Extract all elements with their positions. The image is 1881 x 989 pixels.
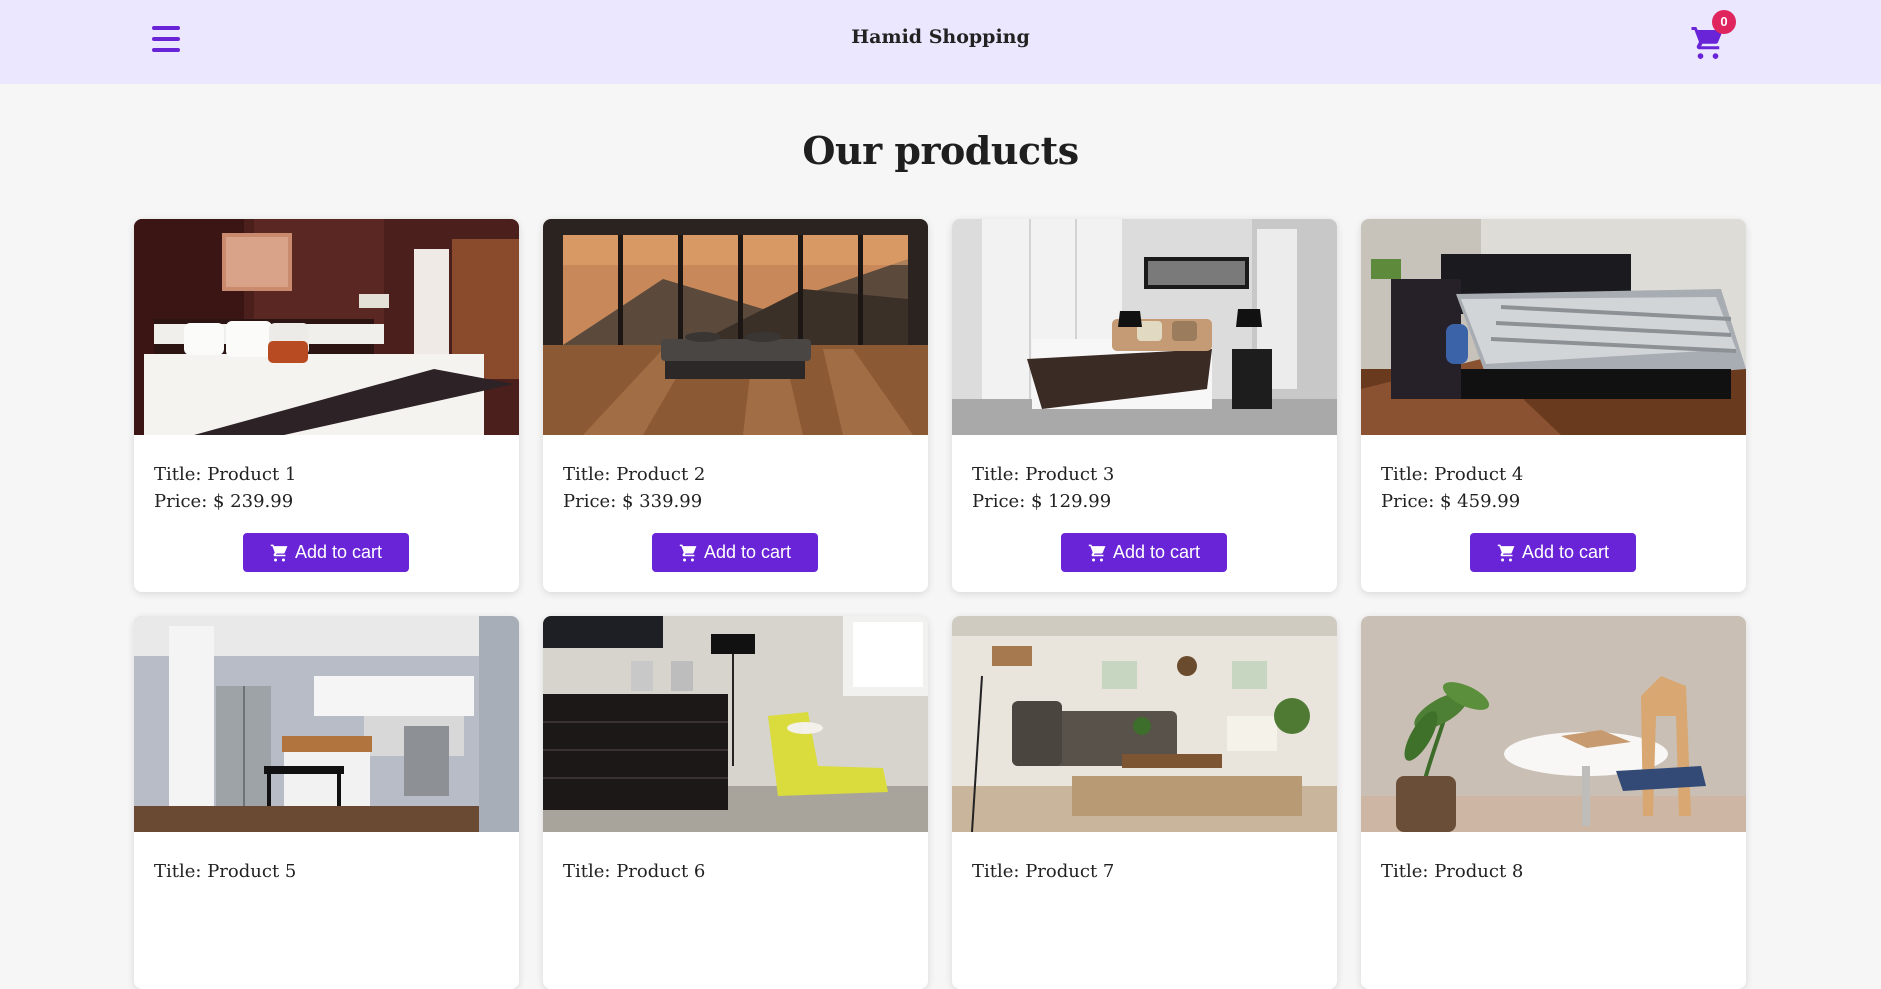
brand-title[interactable]: Hamid Shopping: [0, 26, 1881, 48]
product-title: Title: Product 4: [1381, 464, 1524, 485]
product-card: Title: Product 2 Price: $ 339.99 Add to …: [543, 219, 928, 592]
page-title: Our products: [802, 128, 1079, 173]
product-image: [134, 616, 519, 832]
navbar: Hamid Shopping 0: [0, 0, 1881, 84]
product-image: [543, 616, 928, 832]
product-card: Title: Product 7: [952, 616, 1337, 989]
product-price: Price: $ 339.99: [563, 491, 703, 512]
product-title: Title: Product 1: [154, 464, 297, 485]
product-image: [1361, 219, 1746, 435]
product-title: Title: Product 3: [972, 464, 1115, 485]
product-price: Price: $ 239.99: [154, 491, 294, 512]
product-title: Title: Product 6: [563, 861, 706, 882]
shopping-cart-icon: [1497, 544, 1515, 562]
add-to-cart-label: Add to cart: [294, 542, 383, 562]
product-image: [543, 219, 928, 435]
product-card: Title: Product 8: [1361, 616, 1746, 989]
add-to-cart-label: Add to cart: [703, 542, 792, 562]
add-to-cart-button[interactable]: Add to cart: [1061, 533, 1227, 572]
product-card: Title: Product 4 Price: $ 459.99 Add to …: [1361, 219, 1746, 592]
product-image: [952, 219, 1337, 435]
product-title: Title: Product 8: [1381, 861, 1524, 882]
product-price: Price: $ 129.99: [972, 491, 1112, 512]
product-card: Title: Product 5: [134, 616, 519, 989]
product-image: [1361, 616, 1746, 832]
cart-button[interactable]: 0: [1686, 10, 1736, 60]
product-grid: Title: Product 1 Price: $ 239.99 Add to …: [134, 219, 1746, 989]
shopping-cart-icon: [679, 544, 697, 562]
product-card: Title: Product 1 Price: $ 239.99 Add to …: [134, 219, 519, 592]
product-image: [134, 219, 519, 435]
shopping-cart-icon: [270, 544, 288, 562]
product-title: Title: Product 7: [972, 861, 1115, 882]
product-image: [952, 616, 1337, 832]
product-price: Price: $ 459.99: [1381, 491, 1521, 512]
shopping-cart-icon: [1088, 544, 1106, 562]
product-title: Title: Product 2: [563, 464, 706, 485]
product-card: Title: Product 3 Price: $ 129.99 Add to …: [952, 219, 1337, 592]
add-to-cart-button[interactable]: Add to cart: [652, 533, 818, 572]
add-to-cart-button[interactable]: Add to cart: [1470, 533, 1636, 572]
product-card: Title: Product 6: [543, 616, 928, 989]
cart-count-badge: 0: [1712, 10, 1736, 34]
add-to-cart-label: Add to cart: [1112, 542, 1201, 562]
add-to-cart-label: Add to cart: [1521, 542, 1610, 562]
product-title: Title: Product 5: [154, 861, 297, 882]
add-to-cart-button[interactable]: Add to cart: [243, 533, 409, 572]
